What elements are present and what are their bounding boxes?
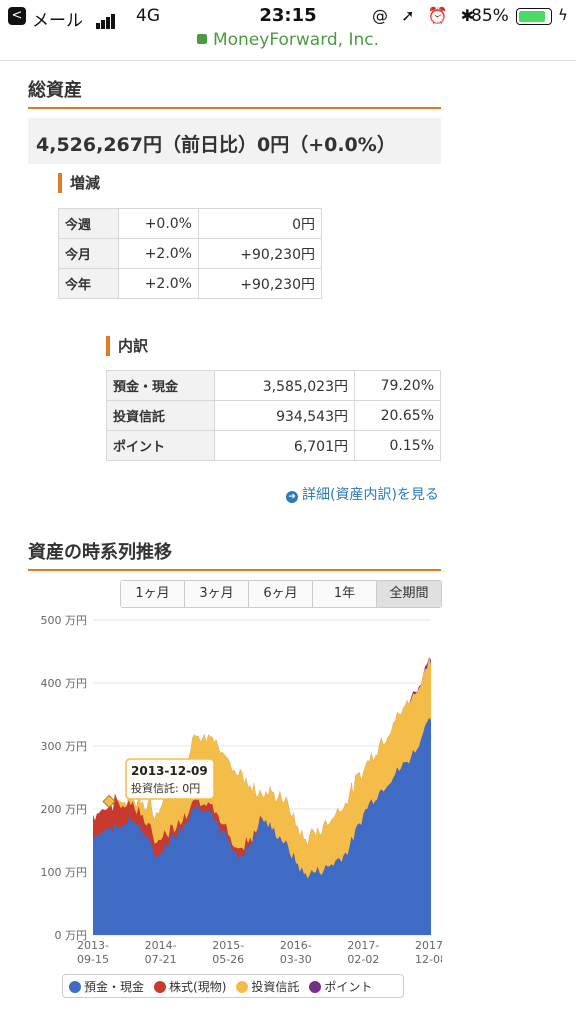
change-row: 今年 +2.0% +90,230円 <box>58 268 322 299</box>
timeseries-title: 資産の時系列推移 <box>28 538 441 571</box>
chart-legend: 預金・現金 株式(現物) 投資信託 ポイント <box>62 974 404 998</box>
breakdown-table: 預金・現金 3,585,023円 79.20% 投資信託 934,543円 20.65% ポ… <box>106 370 441 461</box>
legend-swatch <box>309 980 322 993</box>
change-percent: +2.0% <box>118 238 199 269</box>
tooltip-value: 投資信託: 0円 <box>131 781 200 795</box>
total-assets-value: 4,526,267円（前日比）0円（+0.0%） <box>28 118 441 164</box>
battery-percent: 85% <box>471 6 509 26</box>
x-tick-label-year: 2015- <box>212 939 244 952</box>
breakdown-category: 投資信託 <box>106 400 215 431</box>
x-tick-label-date: 05-26 <box>212 953 244 966</box>
breakdown-category: ポイント <box>106 430 215 461</box>
detail-link-label: 詳細(資産内訳)を見る <box>302 487 439 503</box>
period-tab[interactable]: 3ヶ月 <box>185 581 249 607</box>
y-tick-label: 300 万円 <box>41 740 88 753</box>
legend-label: 株式(現物) <box>169 979 227 994</box>
status-bar: < メール 4G 23:15 @ ➚ ⏰ ✱ 85% ϟ <box>0 0 576 32</box>
period-tab[interactable]: 全期間 <box>377 581 441 607</box>
period-selector: 1ヶ月 3ヶ月 6ヶ月 1年 全期間 <box>120 580 442 608</box>
change-amount: +90,230円 <box>198 268 322 299</box>
change-period: 今年 <box>58 268 119 299</box>
y-tick-label: 100 万円 <box>41 866 88 879</box>
breakdown-amount: 934,543円 <box>214 400 355 431</box>
period-tab[interactable]: 6ヶ月 <box>249 581 313 607</box>
breakdown-amount: 6,701円 <box>214 430 355 461</box>
battery-icon <box>516 8 552 25</box>
change-amount: +90,230円 <box>198 238 322 269</box>
breakdown-row: 預金・現金 3,585,023円 79.20% <box>106 370 441 401</box>
change-row: 今週 +0.0% 0円 <box>58 208 322 239</box>
change-table: 今週 +0.0% 0円 今月 +2.0% +90,230円 今年 +2.0% +90,230円 <box>58 208 322 299</box>
x-tick-label-date: 03-30 <box>280 953 312 966</box>
legend-item[interactable]: 株式(現物) <box>154 978 226 995</box>
legend-item[interactable]: ポイント <box>309 978 372 995</box>
x-tick-label-date: 02-02 <box>347 953 379 966</box>
breakdown-percent: 20.65% <box>354 400 441 431</box>
legend-label: 預金・現金 <box>84 979 145 994</box>
legend-swatch <box>154 980 167 993</box>
lock-icon <box>196 34 207 44</box>
legend-item[interactable]: 預金・現金 <box>69 978 144 995</box>
legend-swatch <box>236 980 249 993</box>
x-tick-label-year: 2017- <box>415 939 442 952</box>
legend-label: 投資信託 <box>251 979 300 994</box>
x-tick-label-year: 2017- <box>347 939 379 952</box>
asset-timeseries-chart: 0 万円100 万円200 万円300 万円400 万円500 万円2013-0… <box>41 614 443 966</box>
url-bar[interactable]: MoneyForward, Inc. <box>0 30 576 58</box>
period-tab[interactable]: 1ヶ月 <box>121 581 185 607</box>
change-percent: +2.0% <box>118 268 199 299</box>
y-tick-label: 500 万円 <box>41 614 88 627</box>
legend-label: ポイント <box>324 979 373 994</box>
breakdown-percent: 0.15% <box>354 430 441 461</box>
header-divider <box>0 60 576 61</box>
change-title: 増減 <box>58 173 100 193</box>
period-tab[interactable]: 1年 <box>313 581 377 607</box>
x-tick-label-date: 09-15 <box>77 953 109 966</box>
breakdown-detail-link[interactable]: ➜ 詳細(資産内訳)を見る <box>286 484 439 504</box>
x-tick-label-year: 2013- <box>77 939 109 952</box>
breakdown-title: 内訳 <box>106 336 148 356</box>
change-percent: +0.0% <box>118 208 199 239</box>
change-period: 今週 <box>58 208 119 239</box>
breakdown-category: 預金・現金 <box>106 370 215 401</box>
tooltip-marker <box>102 794 116 809</box>
charging-icon: ϟ <box>558 6 568 24</box>
change-amount: 0円 <box>198 208 322 239</box>
breakdown-row: ポイント 6,701円 0.15% <box>106 430 441 461</box>
breakdown-row: 投資信託 934,543円 20.65% <box>106 400 441 431</box>
x-tick-label-year: 2014- <box>145 939 177 952</box>
y-tick-label: 200 万円 <box>41 803 88 816</box>
change-period: 今月 <box>58 238 119 269</box>
status-icons: @ ➚ ⏰ ✱ <box>372 6 478 25</box>
x-tick-label-year: 2016- <box>280 939 312 952</box>
breakdown-amount: 3,585,023円 <box>214 370 355 401</box>
url-text: MoneyForward, Inc. <box>212 30 380 50</box>
arrow-right-circle-icon: ➜ <box>286 491 298 503</box>
legend-swatch <box>69 980 81 993</box>
total-assets-title: 総資産 <box>28 76 441 109</box>
change-row: 今月 +2.0% +90,230円 <box>58 238 322 269</box>
legend-item[interactable]: 投資信託 <box>236 978 299 995</box>
tooltip-date: 2013-12-09 <box>131 764 208 778</box>
breakdown-percent: 79.20% <box>354 370 441 401</box>
x-tick-label-date: 07-21 <box>145 953 177 966</box>
x-tick-label-date: 12-08 <box>415 953 442 966</box>
y-tick-label: 400 万円 <box>41 677 88 690</box>
